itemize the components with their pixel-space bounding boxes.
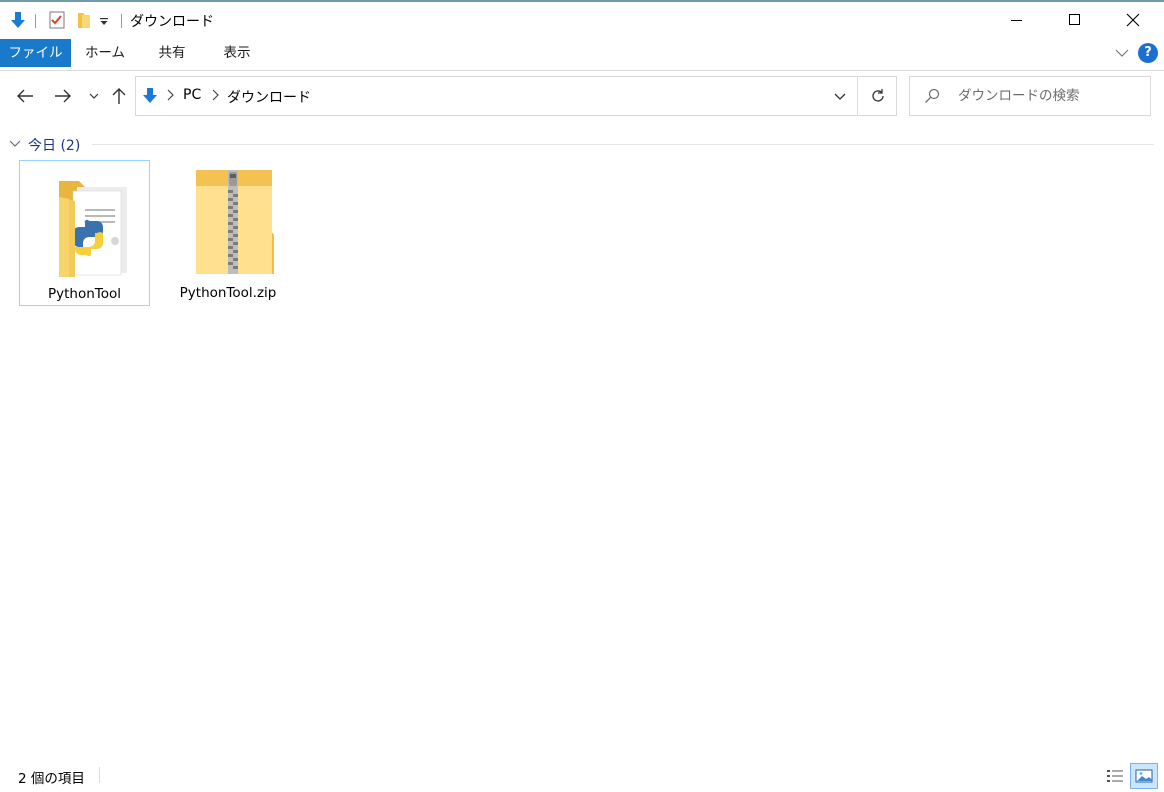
downloads-location-icon [141,87,159,109]
properties-icon[interactable] [48,10,66,30]
address-bar[interactable]: PC ダウンロード [135,76,897,116]
group-label: 今日 (2) [28,138,81,154]
details-view-icon[interactable] [1104,765,1126,787]
navigation-bar: PC ダウンロード [0,71,1164,123]
breadcrumb-chevron-icon[interactable] [166,89,174,104]
breadcrumb-pc[interactable]: PC [183,87,201,103]
help-button[interactable]: ? [1138,43,1158,63]
window-title: ダウンロード [130,14,214,30]
address-history-chevron-icon[interactable] [830,88,850,106]
file-item-zip[interactable]: PythonTool.zip [167,160,289,306]
breadcrumb-chevron-icon[interactable] [211,89,219,104]
breadcrumb-downloads[interactable]: ダウンロード [227,87,311,107]
group-header-today[interactable]: 今日 (2) [0,132,1164,156]
forward-arrow-icon[interactable] [50,84,76,108]
download-icon[interactable] [8,10,28,30]
group-divider [92,144,1154,145]
tab-view[interactable]: 表示 [205,39,269,67]
address-divider [857,77,858,115]
minimize-button[interactable] [988,2,1046,38]
tab-share[interactable]: 共有 [141,39,203,67]
back-arrow-icon[interactable] [12,84,38,108]
zip-folder-icon [180,166,276,278]
collapse-chevron-icon[interactable] [9,137,21,153]
search-box[interactable] [909,76,1151,116]
tab-home[interactable]: ホーム [71,39,139,67]
title-bar: ダウンロード [0,2,1164,38]
customize-dropdown-icon[interactable] [98,10,110,30]
maximize-button[interactable] [1046,2,1104,38]
item-count: 2 個の項目 [18,771,85,787]
quick-access-separator [35,14,36,28]
recent-locations-chevron-icon[interactable] [86,84,102,108]
ribbon-tabs: ファイル ホーム 共有 表示 ? [0,38,1164,71]
file-item-label: PythonTool.zip [179,285,277,301]
up-arrow-icon[interactable] [107,84,131,108]
status-bar: 2 個の項目 [0,760,1164,792]
python-folder-icon [37,167,133,279]
large-icons-view-icon[interactable] [1130,763,1158,789]
refresh-icon[interactable] [866,86,890,106]
tab-file[interactable]: ファイル [0,39,71,67]
close-button[interactable] [1104,2,1162,38]
ribbon-expand-chevron-icon[interactable] [1114,45,1130,61]
new-folder-icon[interactable] [76,10,92,30]
title-separator [121,14,122,28]
search-icon [924,88,940,108]
status-separator [99,767,100,783]
file-item-label: PythonTool [47,286,122,302]
search-input[interactable] [958,85,1142,107]
file-item-python-folder[interactable]: PythonTool [19,160,150,306]
